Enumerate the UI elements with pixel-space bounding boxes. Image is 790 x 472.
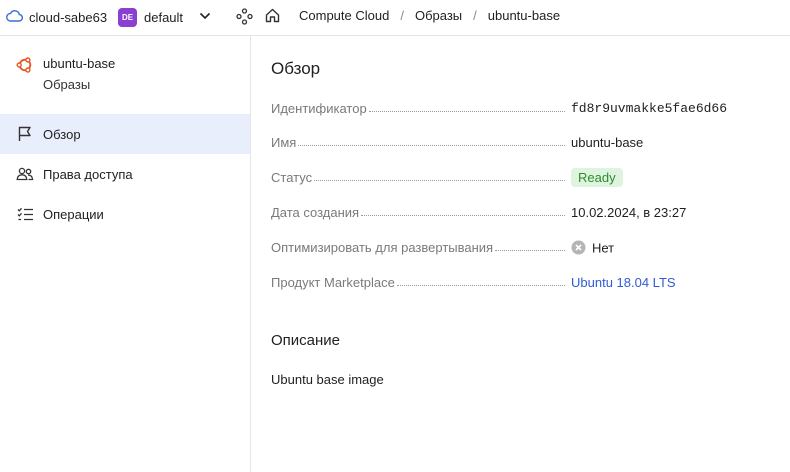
dotted-leader bbox=[298, 135, 565, 146]
dotted-leader bbox=[368, 101, 565, 112]
sidebar-item-overview[interactable]: Обзор bbox=[0, 114, 250, 154]
folder-selector[interactable]: DE default bbox=[118, 6, 183, 28]
field-label: Статус bbox=[271, 170, 313, 185]
chevron-down-icon[interactable] bbox=[198, 9, 212, 26]
folder-name: default bbox=[144, 9, 184, 25]
flag-icon bbox=[16, 125, 34, 143]
services-icon[interactable] bbox=[236, 8, 253, 28]
dotted-leader bbox=[314, 170, 565, 181]
cloud-selector[interactable]: cloud-sabe63 bbox=[6, 6, 107, 28]
dotted-leader bbox=[361, 205, 565, 216]
sidebar-item-label: Операции bbox=[43, 206, 104, 222]
users-icon bbox=[16, 165, 34, 183]
field-status: Статус Ready bbox=[271, 168, 771, 188]
field-label: Имя bbox=[271, 135, 297, 150]
marketplace-product-link[interactable]: Ubuntu 18.04 LTS bbox=[571, 275, 676, 290]
top-bar: cloud-sabe63 DE default Compute Cloud / … bbox=[0, 0, 790, 36]
cloud-name: cloud-sabe63 bbox=[29, 9, 108, 25]
breadcrumb-images[interactable]: Образы bbox=[415, 8, 462, 23]
sidebar: ubuntu-base Образы Обзор Права доступа О… bbox=[0, 36, 251, 472]
breadcrumb-separator: / bbox=[400, 8, 404, 23]
sidebar-item-operations[interactable]: Операции bbox=[0, 194, 250, 234]
dotted-leader bbox=[396, 275, 565, 286]
field-value: Нет bbox=[592, 240, 615, 256]
sidebar-item-label: Обзор bbox=[43, 126, 81, 142]
field-name: Имя ubuntu-base bbox=[271, 133, 771, 153]
field-label: Продукт Marketplace bbox=[271, 275, 395, 290]
resource-type: Образы bbox=[43, 77, 91, 92]
cloud-icon bbox=[6, 9, 24, 25]
folder-badge: DE bbox=[118, 7, 137, 27]
breadcrumb: Compute Cloud / Образы / ubuntu-base bbox=[299, 8, 560, 23]
cross-circle-icon bbox=[571, 240, 586, 258]
field-value: ubuntu-base bbox=[571, 135, 644, 150]
field-label: Дата создания bbox=[271, 205, 360, 220]
field-created: Дата создания 10.02.2024, в 23:27 bbox=[271, 203, 771, 223]
field-value: fd8r9uvmakke5fae6d66 bbox=[571, 101, 728, 116]
dotted-leader bbox=[495, 240, 565, 251]
resource-name: ubuntu-base bbox=[43, 56, 116, 71]
breadcrumb-compute-cloud[interactable]: Compute Cloud bbox=[299, 8, 389, 23]
page-title: Обзор bbox=[271, 59, 321, 78]
field-label: Идентификатор bbox=[271, 101, 367, 116]
home-icon[interactable] bbox=[264, 7, 281, 27]
description-text: Ubuntu base image bbox=[271, 372, 384, 387]
breadcrumb-current: ubuntu-base bbox=[487, 8, 561, 23]
status-badge: Ready bbox=[571, 168, 623, 187]
field-label: Оптимизировать для развертывания bbox=[271, 240, 494, 255]
breadcrumb-separator: / bbox=[473, 8, 477, 23]
sidebar-item-access[interactable]: Права доступа bbox=[0, 154, 250, 194]
sidebar-item-label: Права доступа bbox=[43, 166, 133, 182]
field-value: 10.02.2024, в 23:27 bbox=[571, 205, 687, 220]
field-id: Идентификатор fd8r9uvmakke5fae6d66 bbox=[271, 99, 771, 119]
ubuntu-icon bbox=[16, 56, 34, 77]
list-check-icon bbox=[16, 205, 34, 223]
field-product: Продукт Marketplace Ubuntu 18.04 LTS bbox=[271, 273, 771, 293]
field-optimize: Оптимизировать для развертывания Нет bbox=[271, 238, 771, 258]
description-title: Описание bbox=[271, 332, 341, 349]
